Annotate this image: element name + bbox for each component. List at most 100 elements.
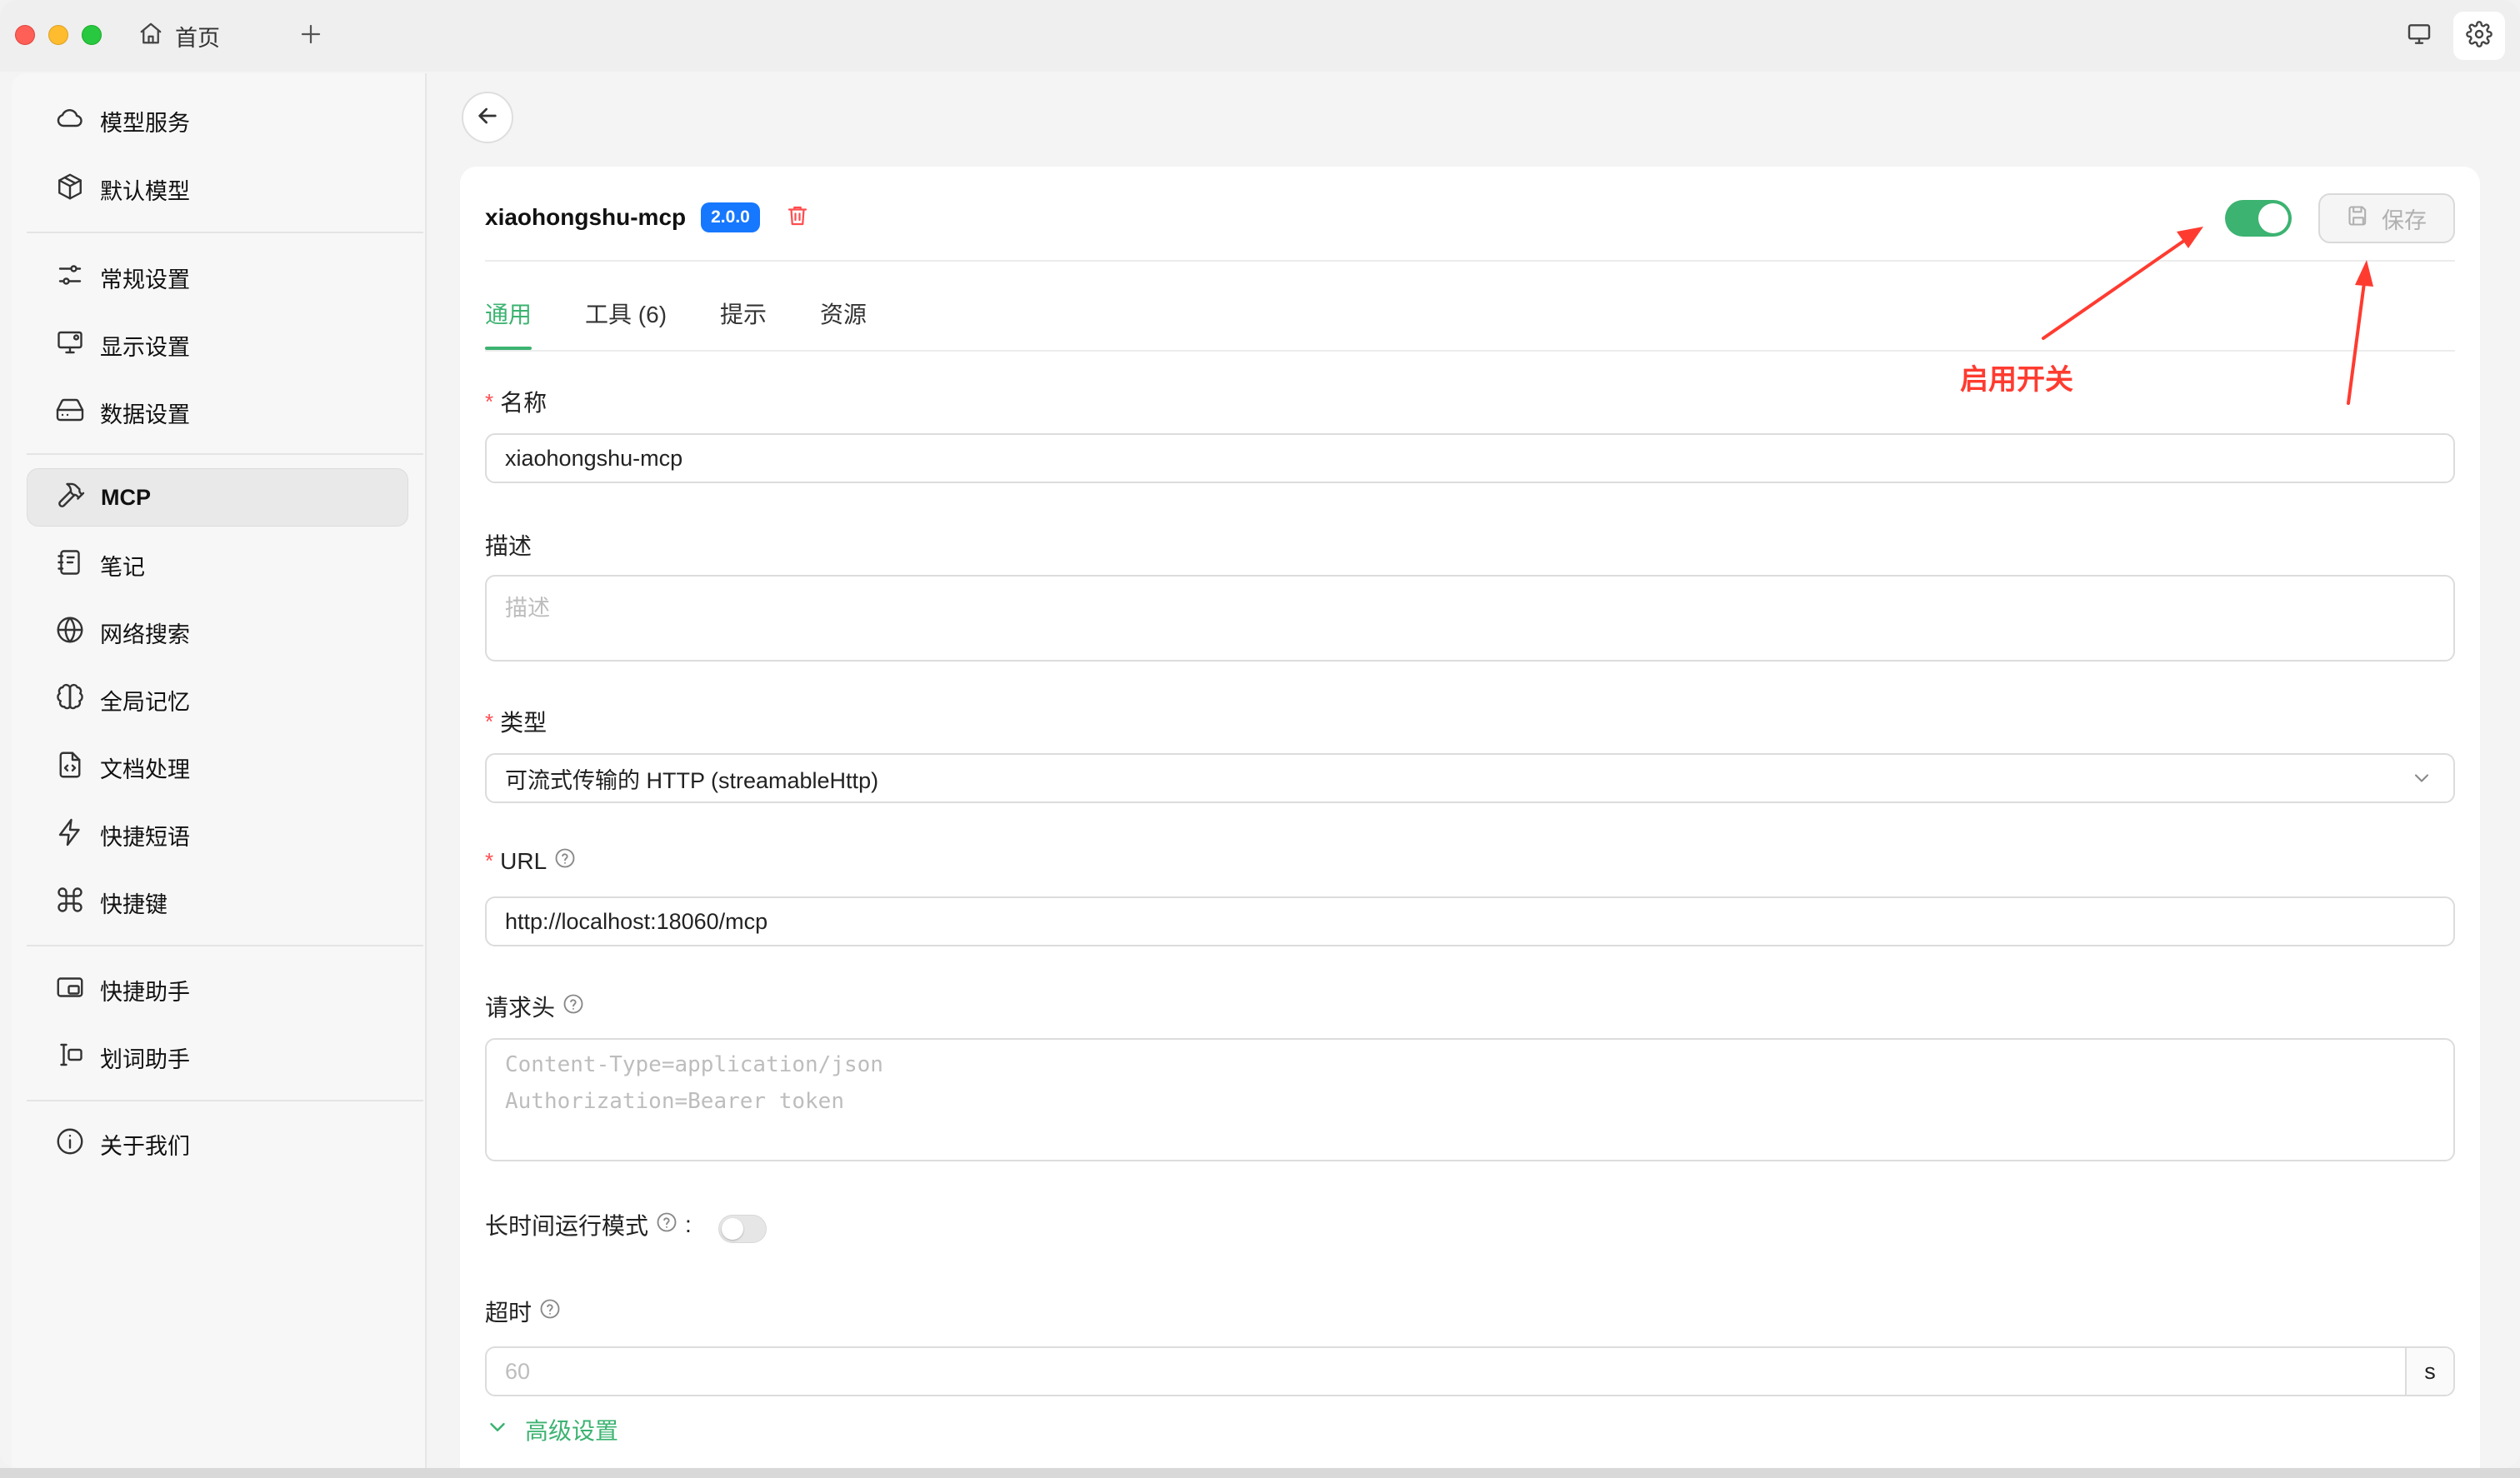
sidebar-item-data-settings[interactable]: 数据设置 xyxy=(27,383,408,442)
chevron-down-icon xyxy=(485,1415,510,1446)
sidebar-item-display-settings[interactable]: 显示设置 xyxy=(27,316,408,374)
timeout-field-label: 超时 xyxy=(485,1295,562,1328)
save-button[interactable]: 保存 xyxy=(2318,193,2455,243)
server-name: xiaohongshu-mcp xyxy=(485,204,687,230)
settings-button[interactable] xyxy=(2453,12,2505,60)
headers-label-text: 请求头 xyxy=(485,995,556,1021)
tab-general[interactable]: 通用 xyxy=(485,283,532,350)
sidebar-item-label: 数据设置 xyxy=(100,402,190,427)
sidebar-item-label: 快捷键 xyxy=(100,891,168,917)
url-label-text: URL xyxy=(500,847,548,874)
main-content: xiaohongshu-mcp 2.0.0 保存 通用 工具 (6) 提示 资源… xyxy=(425,73,2520,1468)
sidebar-item-selection-assistant[interactable]: 划词助手 xyxy=(27,1028,408,1086)
sidebar-item-about[interactable]: 关于我们 xyxy=(27,1115,408,1173)
toggle-knob xyxy=(2258,203,2288,233)
headers-placeholder-line-2: Authorization=Bearer token xyxy=(505,1089,844,1114)
help-icon[interactable] xyxy=(562,992,585,1021)
server-header: xiaohongshu-mcp 2.0.0 xyxy=(485,195,812,240)
cloud-icon xyxy=(55,103,85,139)
hard-drive-icon xyxy=(55,395,85,431)
info-icon xyxy=(55,1126,85,1162)
help-icon[interactable] xyxy=(538,1297,562,1326)
required-marker: * xyxy=(485,388,494,414)
delete-server-button[interactable] xyxy=(783,203,812,232)
sidebar-divider xyxy=(27,1100,423,1101)
url-input[interactable]: http://localhost:18060/mcp xyxy=(485,896,2455,946)
long-running-label-text: 长时间运行模式 xyxy=(485,1213,649,1239)
sidebar-item-document-processing[interactable]: 文档处理 xyxy=(27,738,408,796)
headers-input[interactable]: Content-Type=application/json Authorizat… xyxy=(485,1038,2455,1161)
save-label: 保存 xyxy=(2382,207,2427,233)
brain-icon xyxy=(55,682,85,718)
sidebar-item-label: 模型服务 xyxy=(100,110,190,136)
sidebar-item-label: 关于我们 xyxy=(100,1133,190,1159)
help-icon[interactable] xyxy=(655,1211,678,1240)
minimize-window-button[interactable] xyxy=(48,25,68,45)
description-input[interactable]: 描述 xyxy=(485,575,2455,662)
advanced-settings-toggle[interactable]: 高级设置 xyxy=(485,1413,618,1446)
tab-home-label: 首页 xyxy=(175,25,220,51)
annotation-label: 启用开关 xyxy=(1960,364,2073,396)
long-running-toggle[interactable] xyxy=(718,1215,767,1243)
display-mode-button[interactable] xyxy=(2398,17,2440,55)
required-marker: * xyxy=(485,848,494,873)
type-label-text: 类型 xyxy=(500,710,548,736)
sidebar-item-notes[interactable]: 笔记 xyxy=(27,536,408,594)
sidebar-item-label: 网络搜索 xyxy=(100,622,190,647)
close-window-button[interactable] xyxy=(15,25,35,45)
help-icon[interactable] xyxy=(553,846,577,876)
settings-sidebar: 模型服务 默认模型 常规设置 显示设置 数据设置 MCP 笔记 网络搜索 全局记… xyxy=(12,73,425,1468)
tabs-divider xyxy=(485,350,2455,352)
version-badge: 2.0.0 xyxy=(701,202,760,232)
text-select-icon xyxy=(55,1040,85,1076)
sidebar-item-model-service[interactable]: 模型服务 xyxy=(27,92,408,150)
timeout-label-text: 超时 xyxy=(485,1300,532,1326)
sidebar-item-label: 显示设置 xyxy=(100,334,190,360)
sidebar-item-shortcuts[interactable]: 快捷键 xyxy=(27,873,408,931)
plus-icon xyxy=(298,22,323,51)
tab-home[interactable]: 首页 xyxy=(138,17,220,55)
headers-placeholder-line-1: Content-Type=application/json xyxy=(505,1052,883,1077)
server-tabs: 通用 工具 (6) 提示 资源 xyxy=(485,283,920,350)
chevron-down-icon xyxy=(2410,766,2433,790)
cube-icon xyxy=(55,172,85,207)
window-bottom-edge xyxy=(0,1468,2520,1478)
sidebar-item-web-search[interactable]: 网络搜索 xyxy=(27,603,408,662)
tab-tools[interactable]: 工具 (6) xyxy=(585,283,667,350)
sidebar-item-label: MCP xyxy=(101,484,151,510)
command-icon xyxy=(55,885,85,921)
mcp-server-card: xiaohongshu-mcp 2.0.0 保存 通用 工具 (6) 提示 资源… xyxy=(460,167,2480,1468)
sliders-icon xyxy=(55,260,85,296)
type-select[interactable]: 可流式传输的 HTTP (streamableHttp) xyxy=(485,753,2455,803)
sidebar-item-label: 文档处理 xyxy=(100,756,190,782)
sidebar-item-quick-phrases[interactable]: 快捷短语 xyxy=(27,806,408,864)
type-select-value: 可流式传输的 HTTP (streamableHttp) xyxy=(505,767,879,793)
sidebar-item-general-settings[interactable]: 常规设置 xyxy=(27,248,408,307)
advanced-settings-label: 高级设置 xyxy=(525,1418,619,1444)
timeout-input[interactable]: 60 s xyxy=(485,1346,2455,1396)
maximize-window-button[interactable] xyxy=(82,25,102,45)
sidebar-item-label: 划词助手 xyxy=(100,1046,190,1072)
long-running-field-label: 长时间运行模式 : xyxy=(485,1208,692,1241)
display-settings-icon xyxy=(55,327,85,363)
enable-server-toggle[interactable] xyxy=(2225,200,2292,237)
long-running-colon: : xyxy=(685,1211,692,1237)
new-tab-button[interactable] xyxy=(295,20,327,52)
sidebar-item-mcp[interactable]: MCP xyxy=(27,468,408,527)
name-label-text: 名称 xyxy=(500,390,548,416)
sidebar-item-quick-assistant[interactable]: 快捷助手 xyxy=(27,961,408,1019)
toggle-knob xyxy=(722,1218,743,1240)
tab-resources[interactable]: 资源 xyxy=(820,283,867,350)
sidebar-item-label: 全局记忆 xyxy=(100,689,190,715)
save-icon xyxy=(2347,204,2370,233)
sidebar-item-global-memory[interactable]: 全局记忆 xyxy=(27,671,408,729)
hammer-icon xyxy=(56,480,86,516)
assistant-window-icon xyxy=(55,972,85,1008)
name-input[interactable]: xiaohongshu-mcp xyxy=(485,433,2455,483)
arrow-left-icon xyxy=(474,102,501,133)
timeout-unit: s xyxy=(2405,1348,2453,1395)
sidebar-item-default-model[interactable]: 默认模型 xyxy=(27,160,408,218)
back-button[interactable] xyxy=(462,92,513,143)
tab-prompts[interactable]: 提示 xyxy=(720,283,767,350)
headers-field-label: 请求头 xyxy=(485,990,585,1023)
